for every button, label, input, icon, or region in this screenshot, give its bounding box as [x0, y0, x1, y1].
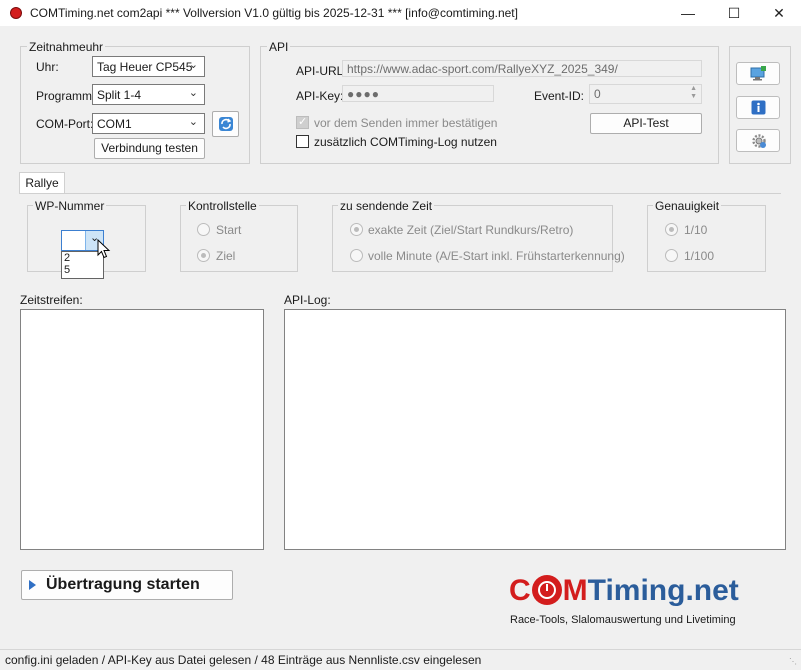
kontroll-ziel-radio[interactable]	[197, 249, 210, 262]
info-icon	[751, 100, 766, 115]
event-id-value: 0	[594, 87, 601, 101]
genau-tenth-radio[interactable]	[665, 223, 678, 236]
api-test-button[interactable]: API-Test	[590, 113, 702, 134]
programm-select[interactable]: Split 1-4 ⌄	[92, 84, 205, 105]
kontroll-start-radio[interactable]	[197, 223, 210, 236]
programm-select-value: Split 1-4	[97, 88, 142, 102]
kontroll-group-title: Kontrollstelle	[186, 199, 259, 213]
start-transfer-label: Übertragung starten	[46, 576, 200, 593]
comport-select-value: COM1	[97, 117, 132, 131]
comport-select[interactable]: COM1 ⌄	[92, 113, 205, 134]
tab-rallye-label: Rallye	[25, 176, 59, 190]
close-button[interactable]: ✕	[756, 0, 801, 26]
zeitstreifen-list[interactable]	[20, 309, 264, 550]
gear-icon	[752, 134, 766, 148]
zeit-exakt-label: exakte Zeit (Ziel/Start Rundkurs/Retro)	[368, 223, 574, 237]
tab-divider	[19, 193, 781, 194]
zeit-group-title: zu sendende Zeit	[338, 199, 435, 213]
zeit-minute-radio[interactable]	[350, 249, 363, 262]
kontroll-ziel-label: Ziel	[216, 249, 236, 263]
logo-prefix: C	[509, 574, 531, 607]
verbindung-testen-button[interactable]: Verbindung testen	[94, 138, 205, 159]
mouse-cursor-icon	[97, 239, 111, 259]
kontroll-start-label: Start	[216, 223, 242, 237]
logo-tagline: Race-Tools, Slalomauswertung und Livetim…	[510, 614, 736, 626]
api-log-list[interactable]	[284, 309, 786, 550]
refresh-icon	[218, 117, 233, 131]
monitor-add-icon	[750, 66, 766, 81]
api-log-label: API-Log:	[284, 293, 331, 307]
logo-suffix: Timing.net	[587, 574, 739, 607]
resize-grip-icon[interactable]: ⋱	[789, 658, 799, 668]
kontroll-group	[180, 205, 298, 272]
logo-stopwatch-icon	[531, 575, 562, 605]
settings-button[interactable]	[736, 129, 780, 152]
zeit-exakt-radio[interactable]	[350, 223, 363, 236]
event-id-label: Event-ID:	[534, 89, 585, 103]
chevron-down-icon: ⌄	[188, 87, 198, 99]
info-button[interactable]	[736, 96, 780, 119]
chevron-down-icon: ⌄	[188, 116, 198, 128]
genau-tenth-label: 1/10	[684, 223, 708, 237]
genau-group-title: Genauigkeit	[653, 199, 722, 213]
chevron-down-icon: ⌄	[188, 59, 198, 71]
comtiming-log-checkbox[interactable]	[296, 135, 309, 148]
wp-option[interactable]: 5	[62, 264, 103, 276]
api-key-label: API-Key:	[296, 89, 344, 103]
start-transfer-button[interactable]: Übertragung starten	[21, 570, 233, 600]
logo-middle: M	[562, 574, 588, 607]
event-id-spinner[interactable]: 0 ▲ ▼	[589, 84, 702, 104]
maximize-button[interactable]: ☐	[711, 0, 757, 26]
minimize-button[interactable]: —	[665, 0, 711, 26]
uhr-select[interactable]: Tag Heuer CP545 ⌄	[92, 56, 205, 77]
status-bar: config.ini geladen / API-Key aus Datei g…	[0, 649, 801, 670]
confirm-checkbox[interactable]	[296, 115, 309, 129]
zeit-minute-label: volle Minute (A/E-Start inkl. Frühstarte…	[368, 249, 625, 263]
genau-hundredth-label: 1/100	[684, 249, 715, 263]
window-title: COMTiming.net com2api *** Vollversion V1…	[30, 6, 518, 20]
comtiming-logo: C MTiming.net	[509, 574, 739, 608]
tab-rallye[interactable]: Rallye	[19, 172, 65, 194]
uhr-label: Uhr:	[36, 60, 59, 74]
wp-group-title: WP-Nummer	[33, 199, 107, 213]
comtiming-log-label: zusätzlich COMTiming-Log nutzen	[314, 135, 497, 149]
api-group-title: API	[267, 40, 291, 54]
programm-label: Programm:	[36, 89, 96, 103]
comport-label: COM-Port:	[36, 117, 94, 131]
uhr-select-value: Tag Heuer CP545	[97, 60, 193, 74]
genau-hundredth-radio[interactable]	[665, 249, 678, 262]
app-icon	[10, 7, 22, 19]
api-url-field[interactable]: https://www.adac-sport.com/RallyeXYZ_202…	[342, 60, 702, 77]
api-key-field[interactable]: ●●●●	[342, 85, 494, 102]
play-icon	[29, 580, 36, 590]
api-url-label: API-URL:	[296, 64, 347, 78]
zeitstreifen-label: Zeitstreifen:	[20, 293, 83, 307]
monitor-button[interactable]	[736, 62, 780, 85]
zeitnahme-group-title: Zeitnahmeuhr	[27, 40, 106, 54]
confirm-label: vor dem Senden immer bestätigen	[314, 116, 498, 130]
spinner-arrows-icon[interactable]: ▲ ▼	[690, 85, 697, 101]
refresh-ports-button[interactable]	[212, 111, 239, 137]
status-text: config.ini geladen / API-Key aus Datei g…	[5, 653, 482, 667]
